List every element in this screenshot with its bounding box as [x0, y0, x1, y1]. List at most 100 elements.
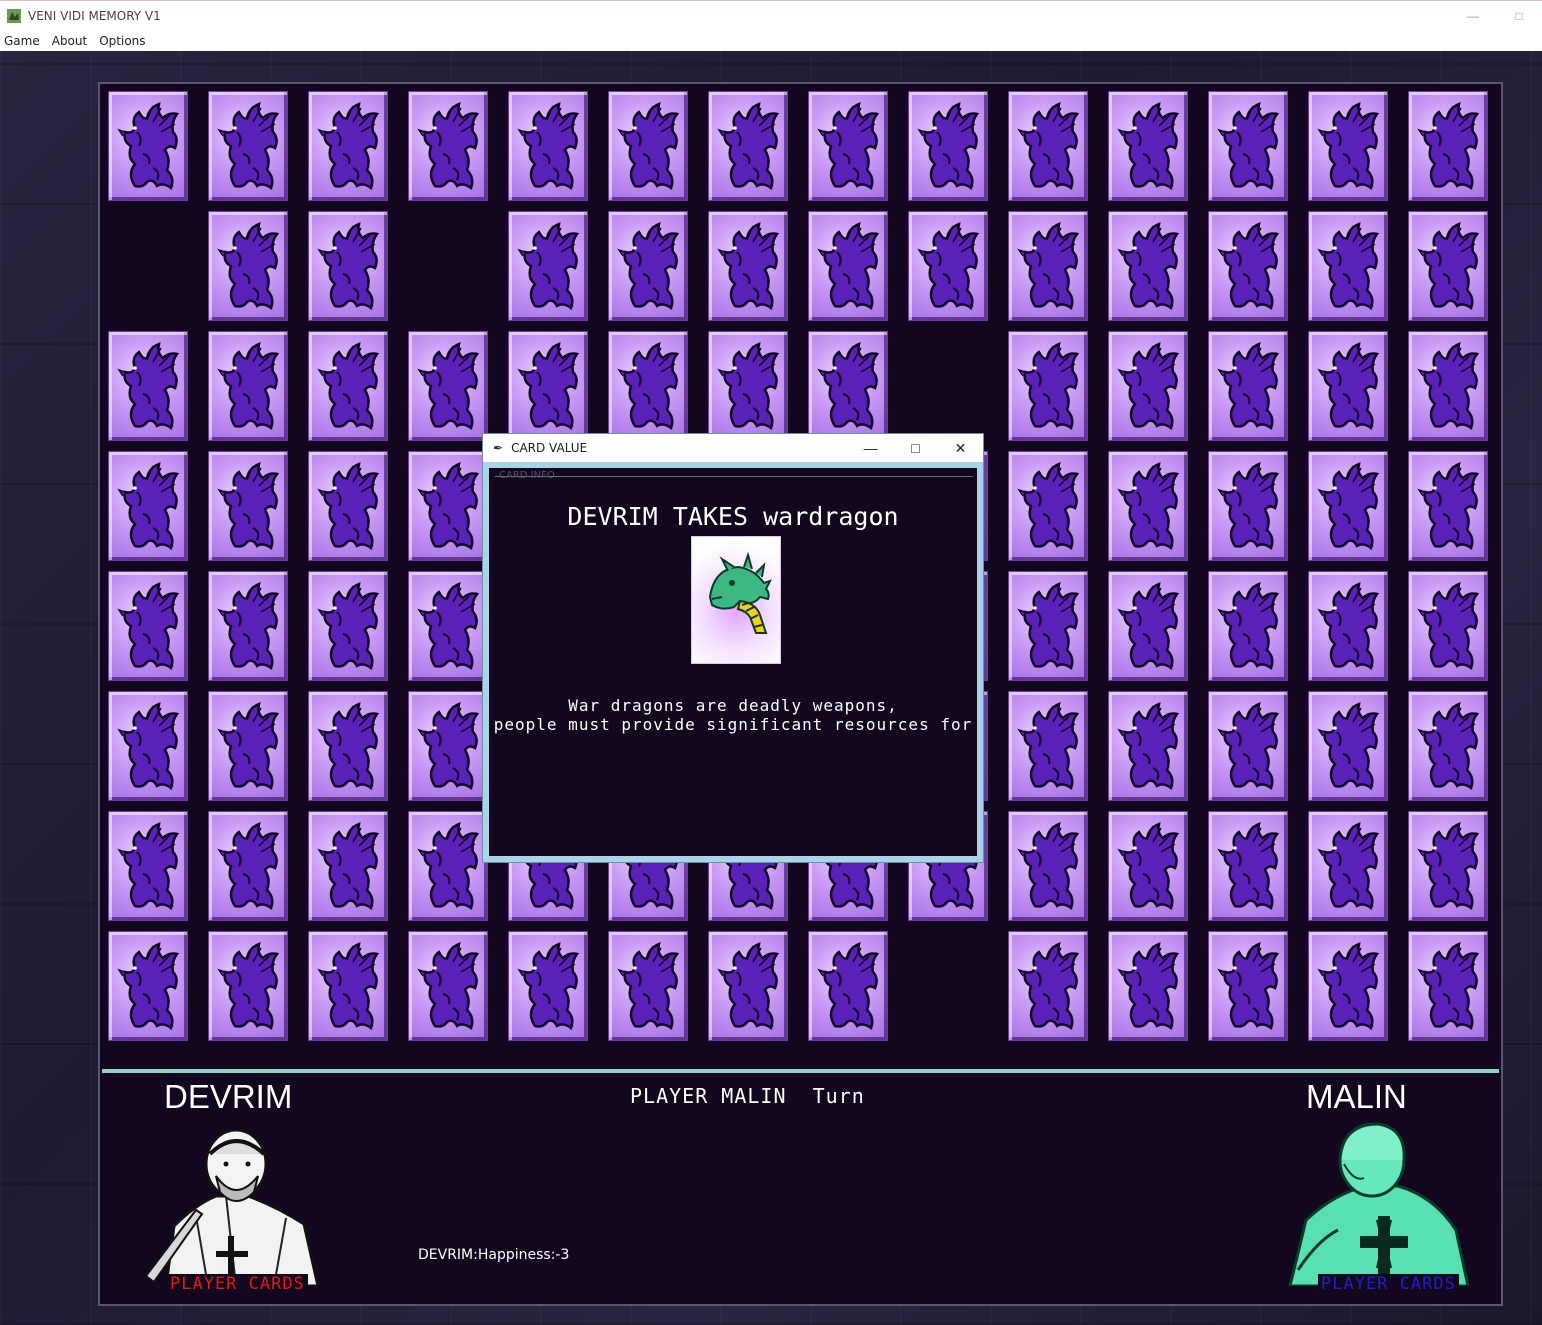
card-back[interactable]	[308, 691, 388, 801]
card-back[interactable]	[308, 91, 388, 201]
minimize-button[interactable]: —	[1450, 1, 1496, 31]
card-back[interactable]	[1408, 571, 1488, 681]
card-back[interactable]	[108, 451, 188, 561]
card-back[interactable]	[508, 931, 588, 1041]
card-back[interactable]	[308, 571, 388, 681]
card-back[interactable]	[1008, 811, 1088, 921]
card-back[interactable]	[1008, 571, 1088, 681]
card-back[interactable]	[408, 571, 488, 681]
maximize-button[interactable]: □	[1496, 1, 1542, 31]
card-back[interactable]	[608, 91, 688, 201]
card-back[interactable]	[308, 211, 388, 321]
card-back[interactable]	[908, 211, 988, 321]
card-back[interactable]	[1408, 691, 1488, 801]
card-back[interactable]	[1108, 211, 1188, 321]
card-back[interactable]	[308, 811, 388, 921]
card-back[interactable]	[208, 691, 288, 801]
card-back[interactable]	[1408, 211, 1488, 321]
player-left-portrait-icon[interactable]	[136, 1126, 326, 1286]
card-back[interactable]	[208, 931, 288, 1041]
card-back[interactable]	[408, 811, 488, 921]
card-back[interactable]	[808, 91, 888, 201]
card-back[interactable]	[608, 211, 688, 321]
card-back[interactable]	[1208, 331, 1288, 441]
card-back[interactable]	[808, 331, 888, 441]
card-back[interactable]	[1208, 571, 1288, 681]
dialog-close-button[interactable]: ✕	[938, 434, 983, 462]
card-back[interactable]	[308, 451, 388, 561]
card-back[interactable]	[108, 811, 188, 921]
card-back[interactable]	[1208, 811, 1288, 921]
card-back[interactable]	[1108, 811, 1188, 921]
card-back[interactable]	[808, 931, 888, 1041]
card-back[interactable]	[108, 691, 188, 801]
card-back[interactable]	[108, 931, 188, 1041]
card-back[interactable]	[708, 91, 788, 201]
card-back[interactable]	[1408, 91, 1488, 201]
card-back[interactable]	[1108, 91, 1188, 201]
card-back[interactable]	[1008, 931, 1088, 1041]
card-back[interactable]	[408, 691, 488, 801]
card-back[interactable]	[1008, 451, 1088, 561]
card-back[interactable]	[1308, 451, 1388, 561]
card-back[interactable]	[108, 331, 188, 441]
card-back[interactable]	[208, 211, 288, 321]
card-back[interactable]	[1408, 451, 1488, 561]
card-back[interactable]	[708, 331, 788, 441]
card-back[interactable]	[408, 451, 488, 561]
card-back[interactable]	[108, 571, 188, 681]
menu-options[interactable]: Options	[94, 34, 150, 48]
card-back[interactable]	[1408, 811, 1488, 921]
player-right-cards-button[interactable]: PLAYER CARDS	[1318, 1274, 1459, 1294]
card-back[interactable]	[308, 931, 388, 1041]
card-back[interactable]	[208, 451, 288, 561]
card-back[interactable]	[1308, 571, 1388, 681]
card-back[interactable]	[508, 211, 588, 321]
dialog-minimize-button[interactable]: —	[848, 434, 893, 462]
card-back[interactable]	[1308, 211, 1388, 321]
menu-about[interactable]: About	[47, 34, 92, 48]
card-back[interactable]	[1208, 91, 1288, 201]
card-back[interactable]	[1308, 91, 1388, 201]
card-back[interactable]	[208, 571, 288, 681]
card-back[interactable]	[1208, 931, 1288, 1041]
card-back[interactable]	[208, 91, 288, 201]
player-left-cards-button[interactable]: PLAYER CARDS	[167, 1274, 308, 1294]
card-back[interactable]	[708, 931, 788, 1041]
card-back[interactable]	[1408, 931, 1488, 1041]
card-back[interactable]	[1108, 691, 1188, 801]
card-back[interactable]	[508, 331, 588, 441]
card-back[interactable]	[308, 331, 388, 441]
card-back[interactable]	[1308, 811, 1388, 921]
card-back[interactable]	[208, 811, 288, 921]
card-back[interactable]	[1308, 931, 1388, 1041]
card-back[interactable]	[108, 91, 188, 201]
card-back[interactable]	[1108, 451, 1188, 561]
card-back[interactable]	[408, 931, 488, 1041]
card-back[interactable]	[1008, 211, 1088, 321]
card-back[interactable]	[1008, 691, 1088, 801]
card-back[interactable]	[1208, 451, 1288, 561]
card-back[interactable]	[1108, 331, 1188, 441]
card-back[interactable]	[208, 331, 288, 441]
card-back[interactable]	[1308, 691, 1388, 801]
player-right-portrait-icon[interactable]	[1278, 1120, 1474, 1286]
card-back[interactable]	[408, 331, 488, 441]
card-back[interactable]	[808, 211, 888, 321]
card-back[interactable]	[1208, 691, 1288, 801]
card-back[interactable]	[1108, 931, 1188, 1041]
card-back[interactable]	[408, 91, 488, 201]
card-back[interactable]	[1008, 91, 1088, 201]
card-back[interactable]	[608, 331, 688, 441]
card-back[interactable]	[708, 211, 788, 321]
dialog-maximize-button[interactable]: □	[893, 434, 938, 462]
menu-game[interactable]: Game	[0, 34, 45, 48]
card-back[interactable]	[608, 931, 688, 1041]
card-back[interactable]	[1308, 331, 1388, 441]
card-back[interactable]	[508, 91, 588, 201]
card-back[interactable]	[1208, 211, 1288, 321]
card-back[interactable]	[1108, 571, 1188, 681]
card-back[interactable]	[1408, 331, 1488, 441]
card-back[interactable]	[908, 91, 988, 201]
card-back[interactable]	[1008, 331, 1088, 441]
